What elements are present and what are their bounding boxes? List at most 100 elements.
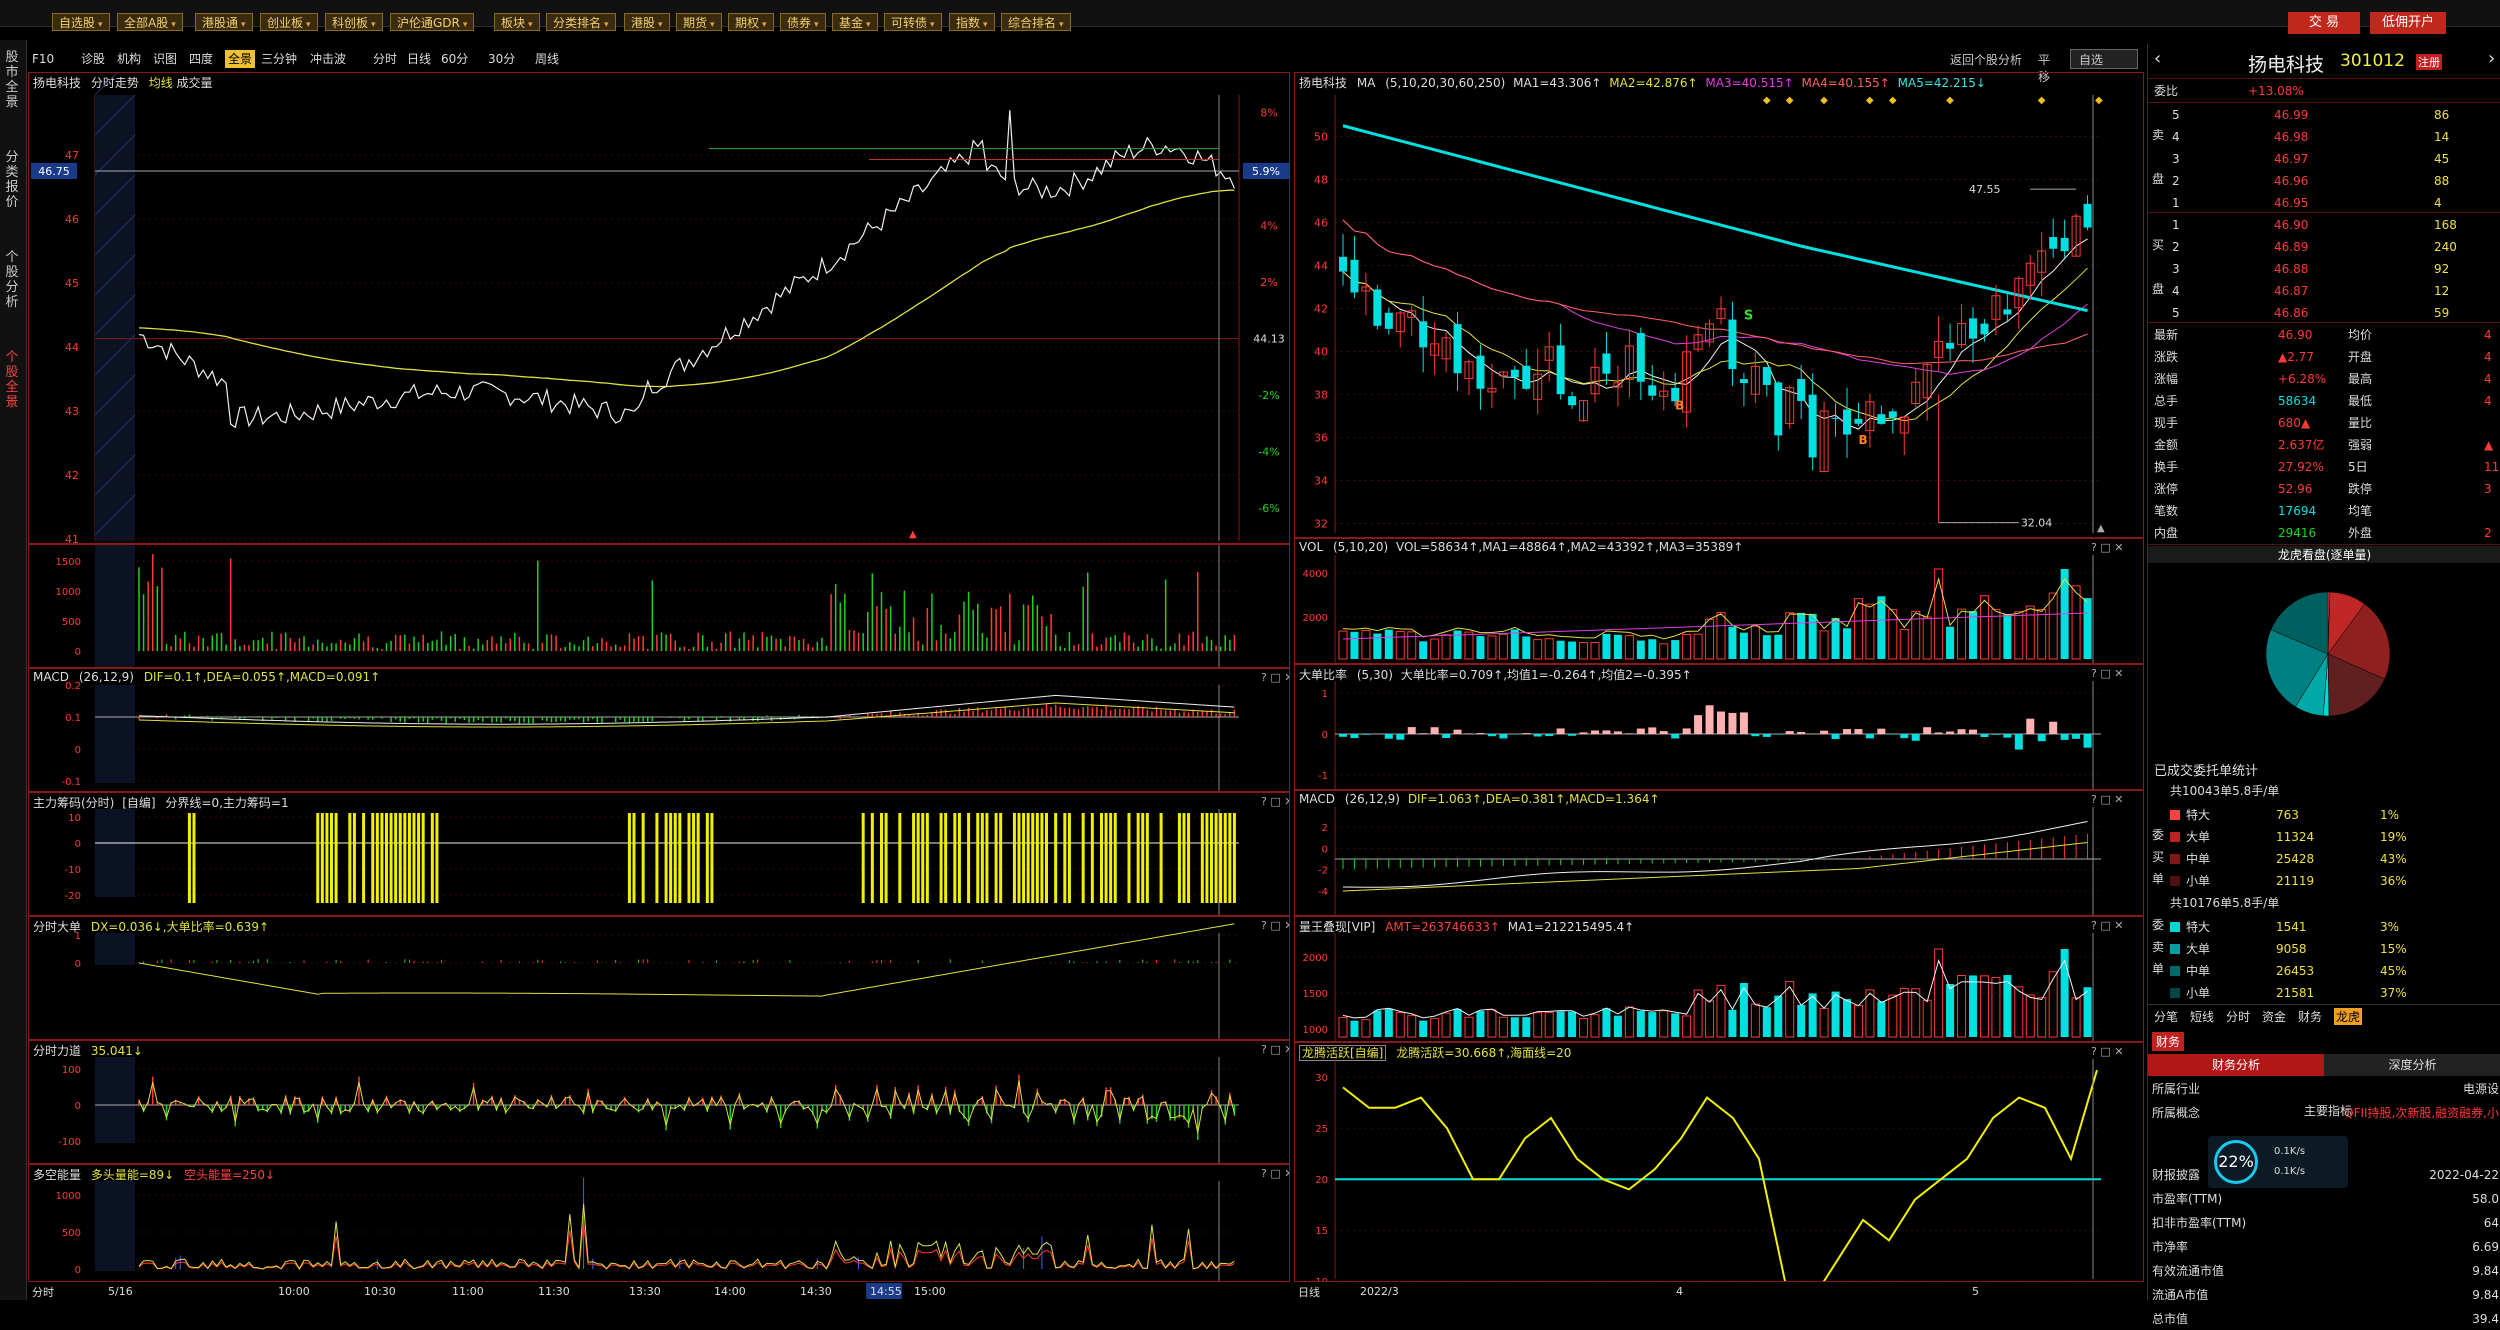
period-60分[interactable]: 60分: [441, 50, 468, 68]
intraday-chart-pane[interactable]: 扬电科技 分时走势 均线 成交量 4746454443424146.758%6%…: [28, 72, 1290, 544]
date-label: 2022/3: [1360, 1285, 1399, 1298]
ask-row[interactable]: 146.954: [2148, 192, 2500, 214]
quote-tab-分时[interactable]: 分时: [2226, 1008, 2250, 1025]
intraday-volume-pane[interactable]: 150010005000: [28, 544, 1290, 668]
menu-item[interactable]: 可转债▾: [884, 13, 942, 31]
tab-三分钟[interactable]: 三分钟: [261, 50, 297, 68]
preopen-hatch: [95, 809, 135, 897]
quote-tab-财务[interactable]: 财务: [2298, 1008, 2322, 1025]
quote-tab-短线[interactable]: 短线: [2190, 1008, 2214, 1025]
daily-active-pane[interactable]: 龙腾活跃[自编] 龙腾活跃=30.668↑,海面线=20 3025201510?…: [1294, 1042, 2144, 1282]
ask-row[interactable]: 546.9986: [2148, 104, 2500, 126]
menu-item[interactable]: 综合排名▾: [1001, 13, 1071, 31]
tab-冲击波[interactable]: 冲击波: [310, 50, 346, 68]
legend-swatch: [2170, 810, 2180, 820]
chevron-down-icon: ▾: [1059, 20, 1064, 30]
period-日线[interactable]: 日线: [407, 50, 431, 68]
period-周线[interactable]: 周线: [535, 50, 559, 68]
vol-bar: [1511, 629, 1519, 659]
tab-全景[interactable]: 全景: [225, 50, 255, 68]
menu-item[interactable]: 创业板▾: [260, 13, 318, 31]
daily-ratio-pane[interactable]: 大单比率 (5,30) 大单比率=0.709↑,均值1=-0.264↑,均值2=…: [1294, 664, 2144, 790]
sidebar-tab-stock-panorama[interactable]: 个股全景: [2, 350, 22, 410]
sidebar-tab-stock-analysis[interactable]: 个股分析: [2, 250, 22, 310]
vol-bar: [1522, 636, 1530, 659]
tab-四度[interactable]: 四度: [189, 50, 213, 68]
trade-button[interactable]: 交 易: [2288, 12, 2360, 34]
axis-tick: 0: [1322, 844, 1328, 855]
bid-volume: 59: [2434, 302, 2449, 324]
ask-volume: 45: [2434, 148, 2449, 170]
watchlist-select[interactable]: 自选: [2070, 49, 2138, 69]
menu-item[interactable]: 分类排名▾: [546, 13, 616, 31]
left-chip-pane[interactable]: 主力筹码(分时) [自编] 分界线=0,主力筹码=1 100-10-20? □ …: [28, 792, 1290, 916]
menu-item[interactable]: 期权▾: [728, 13, 774, 31]
tab-识图[interactable]: 识图: [153, 50, 177, 68]
menu-item[interactable]: 自选股▾: [52, 13, 110, 31]
daily-amt-pane[interactable]: 量王叠现[VIP] AMT=263746633↑ MA1=212215495.4…: [1294, 916, 2144, 1042]
tab-机构[interactable]: 机构: [117, 50, 141, 68]
tab-诊股[interactable]: 诊股: [81, 50, 105, 68]
daily-kline-pane[interactable]: 扬电科技 MA (5,10,20,30,60,250) MA1=43.306↑ …: [1294, 72, 2144, 538]
left-big-order-pane[interactable]: 分时大单 DX=0.036↓,大单比率=0.639↑ 10? □ ✕: [28, 916, 1290, 1040]
next-icon[interactable]: ›: [2488, 48, 2495, 69]
menu-item[interactable]: 全部A股▾: [117, 13, 183, 31]
bid-row[interactable]: 146.90168: [2148, 214, 2500, 236]
menu-item[interactable]: 沪伦通GDR▾: [390, 13, 474, 31]
high-label: 47.55: [1969, 183, 2001, 196]
period-分时[interactable]: 分时: [373, 50, 397, 68]
bid-row[interactable]: 546.8659: [2148, 302, 2500, 324]
candle-body: [1350, 260, 1358, 293]
daily-kline-chart[interactable]: 5048464442403836343232.0447.55SBB◆◆◆◆◆◆◆…: [1295, 73, 2143, 537]
sidebar-tab-category[interactable]: 分类报价: [2, 150, 22, 210]
menu-item[interactable]: 板块▾: [494, 13, 540, 31]
ratio-bar: [1419, 733, 1427, 734]
daily-vol-pane[interactable]: VOL (5,10,20) VOL=58634↑,MA1=48864↑,MA2=…: [1294, 538, 2144, 664]
quote-tab-分笔[interactable]: 分笔: [2154, 1008, 2178, 1025]
price-tick: 45: [65, 277, 79, 290]
tab-F10[interactable]: F10: [32, 50, 54, 68]
stat-value: 2.637亿: [2278, 434, 2324, 456]
menu-item[interactable]: 债券▾: [780, 13, 826, 31]
menu-item[interactable]: 科创板▾: [325, 13, 383, 31]
vol-bar: [1706, 619, 1714, 659]
menu-item[interactable]: 指数▾: [949, 13, 995, 31]
lh-title: 龙虎看盘(逐单量): [2148, 546, 2500, 563]
vol-bar: [2084, 598, 2092, 659]
daily-macd-chart: 20-2-4? □ ✕: [1295, 791, 2143, 915]
vol-bar: [1339, 631, 1347, 659]
bid-row[interactable]: 246.89240: [2148, 236, 2500, 258]
time-label: 14:00: [714, 1285, 746, 1298]
ask-row[interactable]: 246.9688: [2148, 170, 2500, 192]
daily-macd-pane[interactable]: MACD (26,12,9) DIF=1.063↑,DEA=0.381↑,MAC…: [1294, 790, 2144, 916]
back-icon[interactable]: ‹: [2154, 48, 2161, 69]
bid-row[interactable]: 346.8892: [2148, 258, 2500, 280]
menu-item[interactable]: 期货▾: [676, 13, 722, 31]
quote-tab-资金[interactable]: 资金: [2262, 1008, 2286, 1025]
ratio-bar: [1912, 734, 1920, 741]
deep-analysis-tab[interactable]: 深度分析: [2324, 1054, 2500, 1076]
menu-item[interactable]: 基金▾: [832, 13, 878, 31]
menu-item[interactable]: 港股▾: [624, 13, 670, 31]
quote-tab-龙虎[interactable]: 龙虎: [2334, 1008, 2362, 1025]
intraday-price-chart[interactable]: 4746454443424146.758%6%4%2%44.13-2%-4%-6…: [29, 73, 1289, 543]
left-force-pane[interactable]: 分时力道 35.041↓ 1000-100? □ ✕: [28, 1040, 1290, 1164]
bid-row[interactable]: 446.8712: [2148, 280, 2500, 302]
ask-row[interactable]: 346.9745: [2148, 148, 2500, 170]
open-account-button[interactable]: 低佣开户: [2370, 12, 2446, 34]
vol-bar: [2072, 586, 2080, 659]
left-macd-pane[interactable]: MACD (26,12,9) DIF=0.1↑,DEA=0.055↑,MACD=…: [28, 668, 1290, 792]
finance-tab[interactable]: 财务: [2152, 1032, 2184, 1051]
period-30分[interactable]: 30分: [488, 50, 515, 68]
sidebar-tab-market[interactable]: 股市全景: [2, 50, 22, 110]
finance-analysis-tab[interactable]: 财务分析: [2148, 1054, 2324, 1076]
ratio-bar: [1786, 731, 1794, 734]
ask-row[interactable]: 446.9814: [2148, 126, 2500, 148]
order-count: 26453: [2276, 960, 2314, 982]
left-longshort-pane[interactable]: 多空能量 多头量能=89↓ 空头能量=250↓ 10005000? □ ✕: [28, 1164, 1290, 1282]
weibi-label: 委比: [2154, 80, 2178, 102]
back-to-analysis-link[interactable]: 返回个股分析: [1950, 51, 2022, 68]
menu-item[interactable]: 港股通▾: [195, 13, 253, 31]
ratio-bar: [1442, 734, 1450, 738]
axis-tick: -100: [58, 1137, 81, 1148]
